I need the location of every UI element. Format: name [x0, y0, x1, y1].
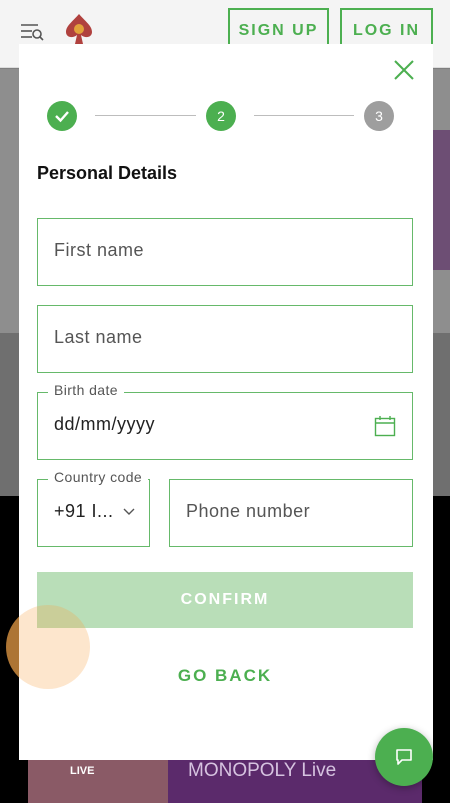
- chat-button[interactable]: [375, 728, 433, 786]
- checkmark-icon: [55, 111, 69, 123]
- step-connector: [254, 115, 354, 116]
- chat-icon: [396, 749, 412, 765]
- registration-modal: 2 3 Personal Details First name Last nam…: [19, 44, 433, 760]
- hero-card-edge: [432, 130, 450, 270]
- last-name-placeholder: Last name: [54, 327, 143, 347]
- step-3-pending: 3: [364, 101, 394, 131]
- step-2-active: 2: [206, 101, 236, 131]
- birth-date-field[interactable]: Birth date dd/mm/yyyy: [37, 382, 413, 460]
- first-name-placeholder: First name: [54, 240, 145, 260]
- last-name-field[interactable]: Last name: [37, 305, 413, 373]
- step-1-complete: [47, 101, 77, 131]
- step-connector: [95, 115, 196, 116]
- game-thumbnail[interactable]: LIVE: [28, 755, 168, 803]
- go-back-button[interactable]: GO BACK: [37, 656, 413, 696]
- phone-number-placeholder: Phone number: [186, 501, 311, 521]
- game-thumb-label: LIVE: [70, 765, 95, 777]
- country-code-select[interactable]: Country code +91 I...: [37, 469, 150, 547]
- calendar-icon[interactable]: [374, 415, 396, 437]
- phone-number-field[interactable]: Phone number: [169, 479, 413, 547]
- first-name-field[interactable]: First name: [37, 218, 413, 286]
- step-indicator: 2 3: [19, 44, 433, 144]
- section-title: Personal Details: [37, 163, 178, 183]
- country-code-value: +91 I...: [54, 501, 114, 521]
- confirm-button[interactable]: CONFIRM: [37, 572, 413, 628]
- menu-search-icon[interactable]: [20, 22, 44, 42]
- country-code-label: Country code: [48, 469, 149, 485]
- game-caption[interactable]: MONOPOLY Live: [188, 760, 336, 782]
- spade-logo[interactable]: [64, 12, 94, 46]
- birth-date-label: Birth date: [48, 382, 124, 398]
- chevron-down-icon: [123, 508, 135, 515]
- birth-date-placeholder: dd/mm/yyyy: [54, 414, 156, 434]
